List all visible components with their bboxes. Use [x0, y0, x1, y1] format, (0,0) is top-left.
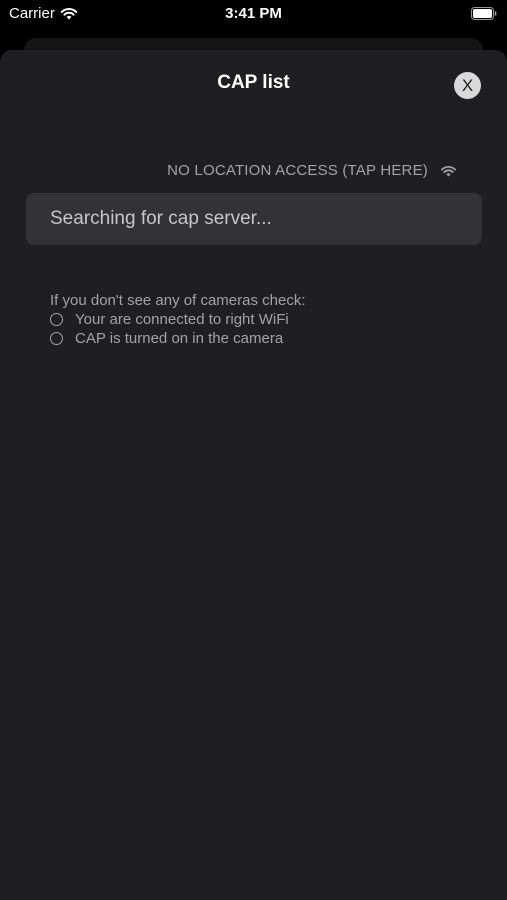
status-time: 3:41 PM [225, 5, 282, 22]
search-status-field: Searching for cap server... [26, 193, 482, 245]
help-item: Your are connected to right WiFi [50, 310, 306, 329]
battery-icon [471, 7, 497, 20]
close-button[interactable]: X [454, 72, 481, 99]
radio-circle-icon [50, 313, 63, 326]
help-item: CAP is turned on in the camera [50, 329, 306, 348]
help-item-label: CAP is turned on in the camera [75, 330, 284, 347]
screen: Carrier 3:41 PM CAP list X NO LOCATION A… [0, 0, 507, 900]
help-item-label: Your are connected to right WiFi [75, 311, 289, 328]
location-access-label: NO LOCATION ACCESS (TAP HERE) [167, 162, 428, 179]
search-status-text: Searching for cap server... [50, 208, 272, 229]
status-bar: Carrier 3:41 PM [0, 0, 507, 30]
location-access-button[interactable]: NO LOCATION ACCESS (TAP HERE) [167, 162, 457, 179]
radio-circle-icon [50, 332, 63, 345]
help-title: If you don't see any of cameras check: [50, 292, 306, 309]
cap-list-sheet: CAP list X NO LOCATION ACCESS (TAP HERE)… [0, 50, 507, 900]
help-section: If you don't see any of cameras check: Y… [50, 291, 306, 348]
wifi-icon [440, 165, 457, 177]
sheet-title: CAP list [217, 72, 290, 93]
